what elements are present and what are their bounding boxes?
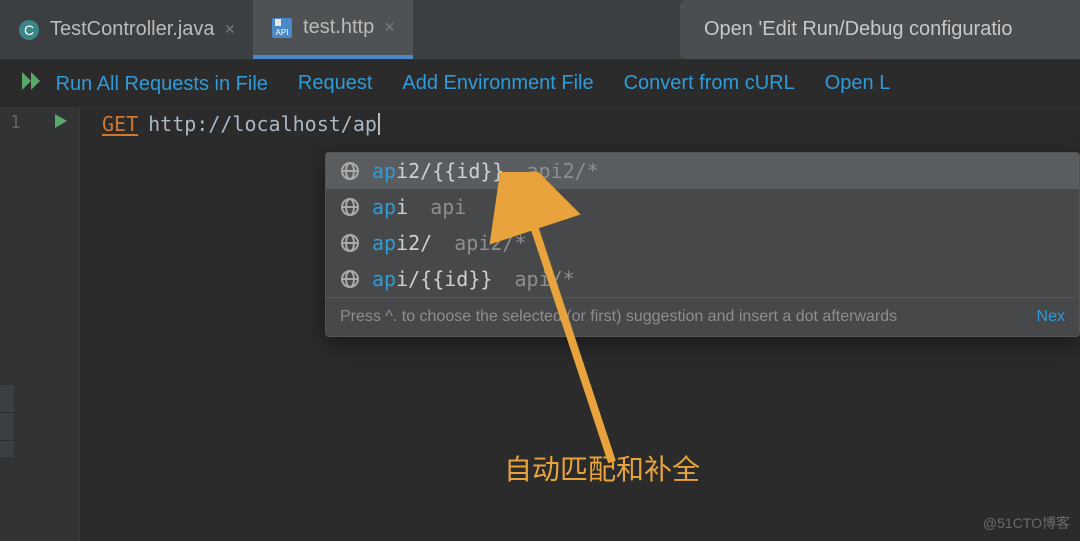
http-toolbar: Run All Requests in File Request Add Env… xyxy=(0,60,1080,108)
editor-tabbar: C TestController.java × API test.http × … xyxy=(0,0,1080,60)
next-tip-link[interactable]: Nex xyxy=(1037,308,1065,326)
completion-popup: api2/{{id}} api2/* api api api2/ api2/* … xyxy=(325,152,1080,337)
run-line-icon[interactable] xyxy=(55,112,69,133)
line-number: 1 xyxy=(10,112,21,133)
tab-testhttp[interactable]: API test.http × xyxy=(253,0,413,59)
completion-item[interactable]: api api xyxy=(326,189,1079,225)
sidebar-stub xyxy=(0,385,14,457)
notification-banner[interactable]: Open 'Edit Run/Debug configuratio xyxy=(680,0,1080,59)
tab-label: TestController.java xyxy=(50,18,215,41)
footer-hint: Press ^. to choose the selected (or firs… xyxy=(340,308,897,326)
url-text: http://localhost/ap xyxy=(148,112,377,136)
http-method: GET xyxy=(102,112,138,136)
api-file-icon: API xyxy=(271,17,293,39)
add-env-link[interactable]: Add Environment File xyxy=(402,72,593,95)
completion-footer: Press ^. to choose the selected (or firs… xyxy=(326,297,1079,336)
globe-icon xyxy=(340,161,360,181)
double-play-icon xyxy=(22,72,44,90)
editor-gutter: 1 xyxy=(0,108,80,541)
close-icon[interactable]: × xyxy=(225,19,236,40)
completion-item[interactable]: api2/ api2/* xyxy=(326,225,1079,261)
request-link[interactable]: Request xyxy=(298,72,373,95)
code-line: GET http://localhost/ap xyxy=(102,110,1058,138)
annotation-label: 自动匹配和补全 xyxy=(504,448,700,488)
open-link[interactable]: Open L xyxy=(825,72,891,95)
tab-label: test.http xyxy=(303,16,374,39)
convert-curl-link[interactable]: Convert from cURL xyxy=(624,72,795,95)
globe-icon xyxy=(340,233,360,253)
completion-item[interactable]: api/{{id}} api/* xyxy=(326,261,1079,297)
globe-icon xyxy=(340,269,360,289)
banner-text: Open 'Edit Run/Debug configuratio xyxy=(704,18,1012,41)
java-class-icon: C xyxy=(18,19,40,41)
close-icon[interactable]: × xyxy=(384,17,395,38)
tab-testcontroller[interactable]: C TestController.java × xyxy=(0,0,253,59)
text-cursor xyxy=(378,113,380,135)
gutter-row: 1 xyxy=(0,108,79,136)
completion-item[interactable]: api2/{{id}} api2/* xyxy=(326,153,1079,189)
svg-text:API: API xyxy=(276,28,289,37)
run-all-button[interactable]: Run All Requests in File xyxy=(22,72,268,96)
svg-text:C: C xyxy=(24,22,34,38)
globe-icon xyxy=(340,197,360,217)
watermark: @51CTO博客 xyxy=(983,513,1070,533)
